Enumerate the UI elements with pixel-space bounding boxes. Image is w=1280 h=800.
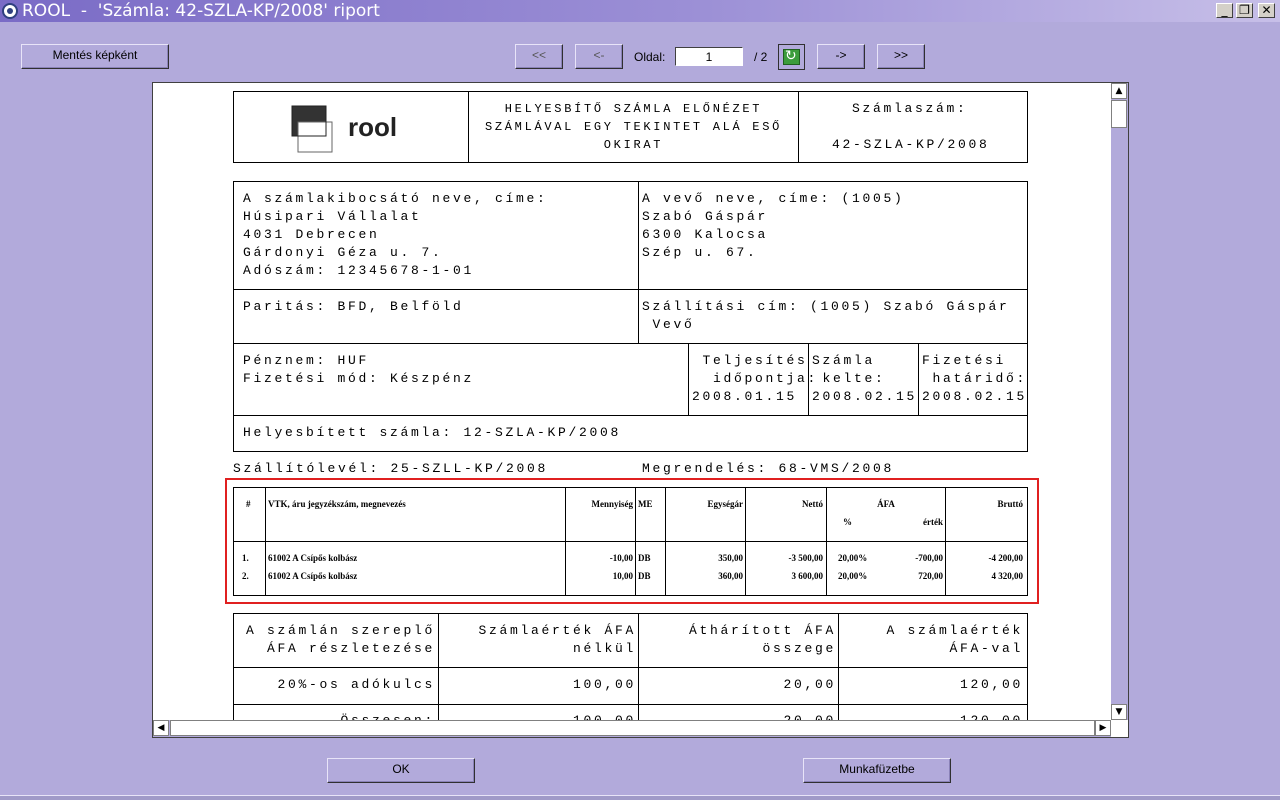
- items-header-unit: ME: [638, 499, 653, 509]
- prev-page-button[interactable]: <-: [575, 44, 623, 69]
- items-header-unit-price: Egységár: [707, 499, 744, 509]
- items-header-qty: Mennyiség: [591, 499, 634, 509]
- vat-summary-clip: A számlán szereplő ÁFA részletezése Száml…: [153, 600, 1111, 720]
- refresh-icon: [783, 48, 800, 65]
- items-header-vat-pct: %: [843, 517, 852, 527]
- items-header-no: #: [246, 499, 251, 509]
- page-label: Oldal:: [634, 50, 666, 64]
- corrected-invoice: Helyesbített számla: 12-SZLA-KP/2008: [243, 425, 622, 440]
- next-page-button[interactable]: ->: [817, 44, 865, 69]
- app-icon: [2, 3, 18, 19]
- scroll-left-icon[interactable]: ◀: [153, 720, 169, 736]
- vat-header-gross: A számlaérték ÁFA-val: [886, 623, 1023, 656]
- first-page-button[interactable]: <<: [515, 44, 563, 69]
- vat-header-vat: Áthárított ÁFA összege: [688, 623, 836, 656]
- items-header-gross: Bruttó: [997, 499, 1024, 509]
- logo-text: rool: [348, 112, 397, 142]
- export-to-workbook-button[interactable]: Munkafüzetbe: [803, 758, 951, 783]
- refresh-button[interactable]: [778, 44, 805, 70]
- items-header-vat: ÁFA: [877, 499, 895, 509]
- scroll-up-icon[interactable]: ▲: [1111, 83, 1127, 99]
- vat-header-net: Számlaérték ÁFA nélkül: [478, 623, 636, 656]
- header-title: HELYESBÍTŐ SZÁMLA ELŐNÉZET SZÁMLÁVAL EGY …: [484, 102, 783, 152]
- vertical-scroll-thumb[interactable]: [1111, 100, 1127, 128]
- delivery-note: Szállítólevél: 25-SZLL-KP/2008: [233, 461, 549, 476]
- page-number-input[interactable]: [675, 47, 743, 66]
- items-header-net: Nettó: [802, 499, 823, 509]
- close-button[interactable]: ✕: [1258, 3, 1275, 18]
- order-number: Megrendelés: 68-VMS/2008: [642, 461, 895, 476]
- buyer-block: A vevő neve, címe: (1005) Szabó Gáspár 630…: [642, 191, 905, 260]
- page-total: / 2: [754, 50, 768, 64]
- issue-date: Számla kelte: 2008.02.15: [812, 353, 918, 404]
- last-page-button[interactable]: >>: [877, 44, 925, 69]
- scroll-right-icon[interactable]: ▶: [1095, 720, 1111, 736]
- due-date: Fizetési határidő: 2008.02.15: [922, 353, 1028, 404]
- minimize-button[interactable]: _: [1216, 3, 1233, 18]
- fulfillment-date: Teljesítés időpontja: 2008.01.15: [692, 353, 819, 404]
- invoice-number: 42-SZLA-KP/2008: [832, 137, 990, 152]
- title-bar: ROOL - 'Számla: 42-SZLA-KP/2008' riport …: [0, 0, 1280, 22]
- horizontal-scroll-thumb[interactable]: [170, 720, 1095, 736]
- shipping-address: Szállítási cím: (1005) Szabó Gáspár Vevő: [642, 299, 1010, 332]
- restore-button[interactable]: ❐: [1236, 3, 1253, 18]
- items-header-desc: VTK, áru jegyzékszám, megnevezés: [268, 499, 406, 509]
- rool-logo: rool: [291, 105, 397, 153]
- scroll-down-icon[interactable]: ▼: [1111, 704, 1127, 720]
- vertical-scrollbar[interactable]: ▲ ▼: [1111, 83, 1128, 720]
- invoice-number-label: Számlaszám:: [852, 101, 968, 116]
- issuer-block: A számlakibocsátó neve, címe: Húsipari Vá…: [243, 191, 548, 278]
- horizontal-scrollbar[interactable]: ◀ ▶: [153, 720, 1111, 737]
- status-bar: [0, 795, 1280, 800]
- parity: Paritás: BFD, Belföld: [243, 299, 464, 314]
- save-as-image-button[interactable]: Mentés képként: [21, 44, 169, 69]
- items-header-vat-value: érték: [923, 517, 943, 527]
- window-title: ROOL - 'Számla: 42-SZLA-KP/2008' riport: [22, 1, 380, 21]
- ok-button[interactable]: OK: [327, 758, 475, 783]
- currency-payment: Pénznem: HUF Fizetési mód: Készpénz: [243, 353, 475, 386]
- vat-header-breakdown: A számlán szereplő ÁFA részletezése: [245, 623, 435, 656]
